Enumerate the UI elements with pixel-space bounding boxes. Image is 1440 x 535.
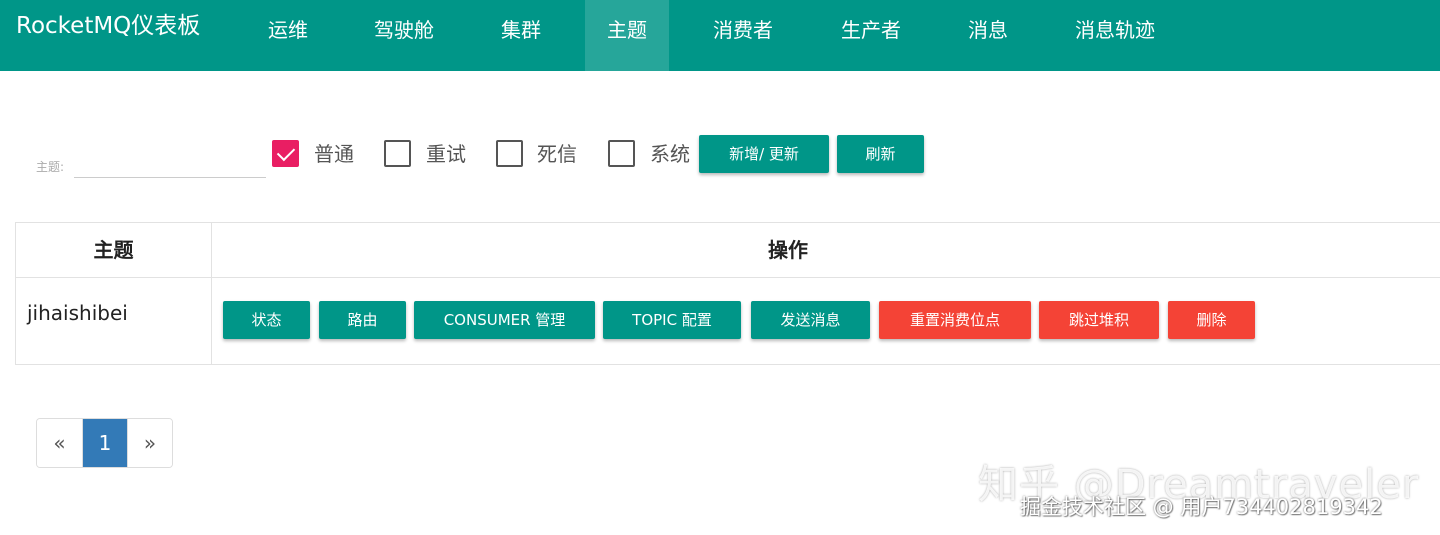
topic-config-button[interactable]: TOPIC 配置 <box>603 301 741 339</box>
watermark-juejin: 掘金技术社区 @ 用户7344028​19342 <box>1020 495 1383 519</box>
checkbox-dlq-label[interactable]: 死信 <box>537 140 577 168</box>
route-button[interactable]: 路由 <box>319 301 406 339</box>
checkbox-system[interactable] <box>608 140 635 167</box>
table-row-topic-name: jihaishibei <box>27 301 128 325</box>
refresh-button[interactable]: 刷新 <box>837 135 924 173</box>
nav-topic[interactable]: 主题 <box>585 0 669 71</box>
skip-accumulate-button[interactable]: 跳过堆积 <box>1039 301 1159 339</box>
top-navbar: RocketMQ仪表板 运维 驾驶舱 集群 主题 消费者 生产者 消息 消息轨迹 <box>0 0 1440 71</box>
column-header-topic: 主题 <box>93 238 134 262</box>
reset-offset-button[interactable]: 重置消费位点 <box>879 301 1031 339</box>
nav-producer[interactable]: 生产者 <box>818 0 924 71</box>
pagination-page-1[interactable]: 1 <box>82 419 127 467</box>
checkbox-normal[interactable] <box>272 140 299 167</box>
status-button[interactable]: 状态 <box>223 301 310 339</box>
pagination-next[interactable]: » <box>127 419 172 467</box>
checkbox-retry[interactable] <box>384 140 411 167</box>
column-header-actions: 操作 <box>768 238 808 262</box>
checkbox-system-label[interactable]: 系统 <box>650 140 690 168</box>
nav-message[interactable]: 消息 <box>946 0 1030 71</box>
send-message-button[interactable]: 发送消息 <box>751 301 870 339</box>
pagination: « 1 » <box>36 418 173 468</box>
topic-filter-input[interactable] <box>74 150 266 178</box>
nav-cluster[interactable]: 集群 <box>478 0 564 71</box>
checkbox-normal-label[interactable]: 普通 <box>314 140 354 168</box>
table-header-divider <box>16 277 1440 278</box>
nav-ops[interactable]: 运维 <box>246 0 330 71</box>
nav-consumer[interactable]: 消费者 <box>690 0 796 71</box>
topic-filter-label: 主题: <box>36 160 65 174</box>
app-brand[interactable]: RocketMQ仪表板 <box>16 10 200 42</box>
checkbox-dlq[interactable] <box>496 140 523 167</box>
nav-message-trace[interactable]: 消息轨迹 <box>1052 0 1178 71</box>
checkbox-retry-label[interactable]: 重试 <box>426 140 466 168</box>
consumer-manage-button[interactable]: CONSUMER 管理 <box>414 301 595 339</box>
topic-table: 主题 操作 jihaishibei <box>15 222 1440 365</box>
nav-dashboard[interactable]: 驾驶舱 <box>352 0 456 71</box>
add-update-button[interactable]: 新增/ 更新 <box>699 135 829 173</box>
delete-button[interactable]: 删除 <box>1168 301 1255 339</box>
pagination-prev[interactable]: « <box>37 419 82 467</box>
